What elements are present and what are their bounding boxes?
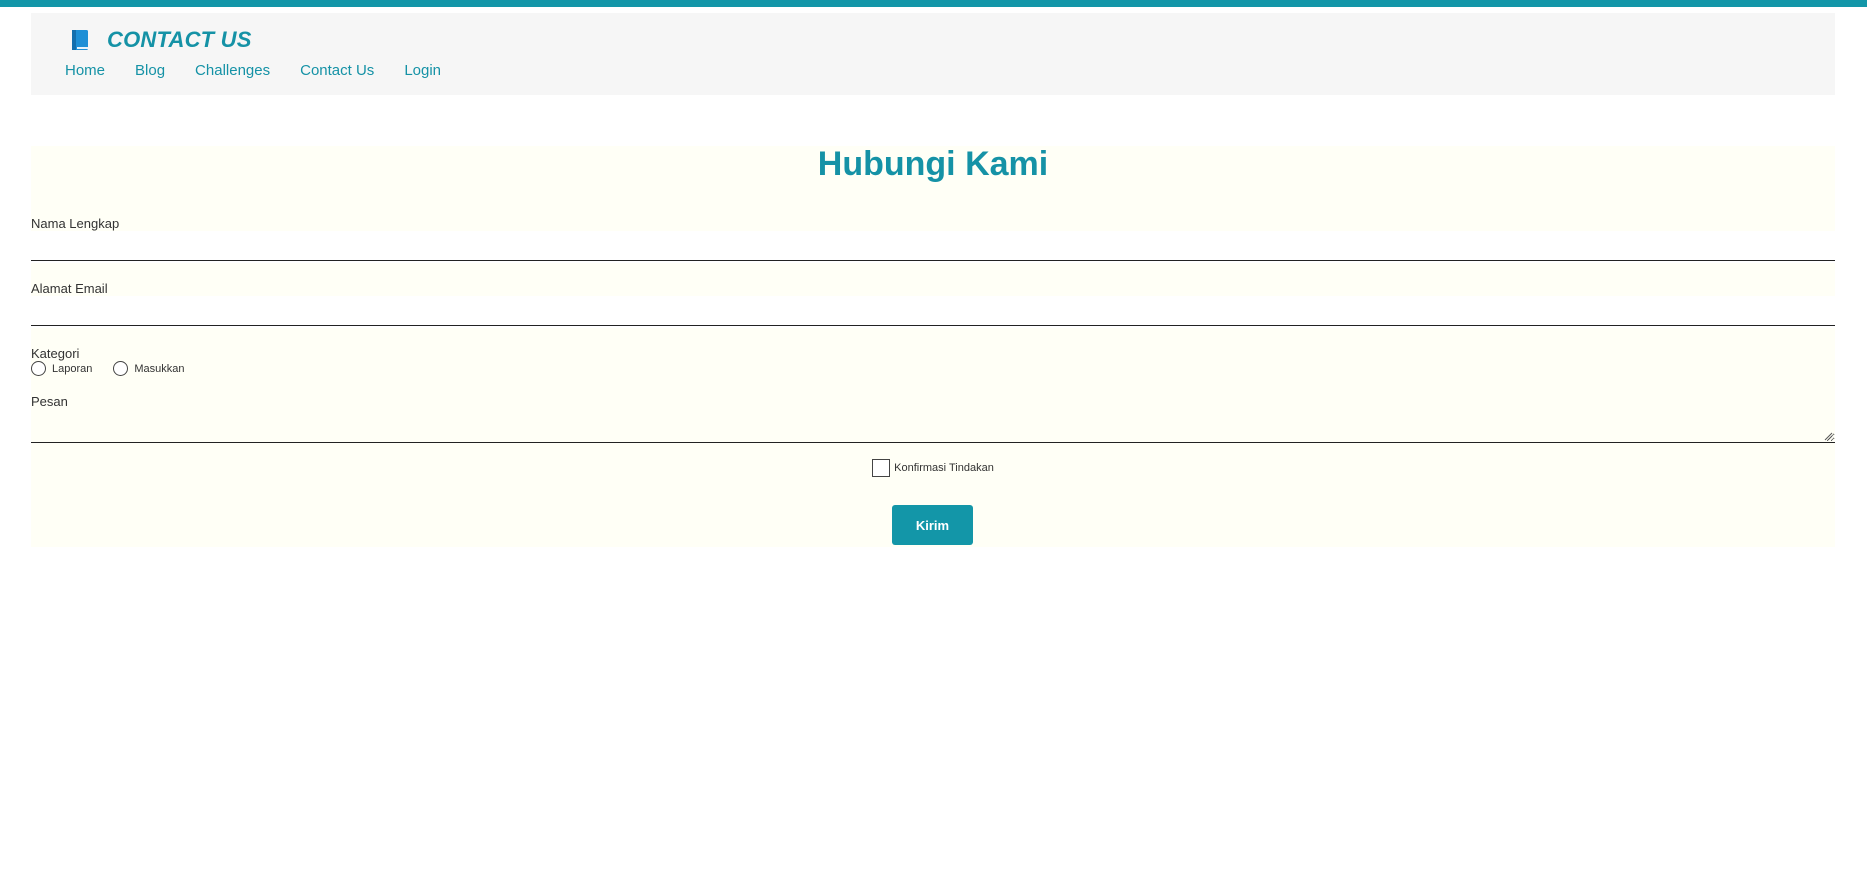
confirm-label: Konfirmasi Tindakan xyxy=(894,462,994,474)
resize-handle-icon[interactable] xyxy=(1823,431,1833,441)
brand-title: CONTACT US xyxy=(107,27,252,52)
site-header: CONTACT US Home Blog Challenges Contact … xyxy=(31,13,1835,95)
top-accent-bar xyxy=(0,0,1867,7)
confirm-checkbox[interactable] xyxy=(872,459,891,477)
radio-laporan-label: Laporan xyxy=(52,362,93,375)
name-input[interactable] xyxy=(31,237,1835,261)
radio-masukkan-label: Masukkan xyxy=(134,362,185,375)
contact-form: Hubungi Kami Nama Lengkap Alamat Email K… xyxy=(31,146,1835,547)
form-title-text: Hubungi Kami xyxy=(817,145,1049,183)
nav-contact-us[interactable]: Contact Us xyxy=(300,62,374,79)
name-label: Nama Lengkap xyxy=(31,216,120,231)
form-title: Hubungi Kami xyxy=(31,146,1835,182)
email-label: Alamat Email xyxy=(31,281,108,296)
radio-masukkan[interactable]: Masukkan xyxy=(113,361,185,376)
email-input[interactable] xyxy=(31,302,1835,326)
book-icon xyxy=(69,28,91,52)
category-options: Laporan Masukkan xyxy=(31,361,206,376)
radio-laporan-circle[interactable] xyxy=(31,361,46,376)
nav-blog[interactable]: Blog xyxy=(135,62,165,79)
category-label: Kategori xyxy=(31,346,80,361)
brand: CONTACT US xyxy=(69,26,252,54)
nav-login[interactable]: Login xyxy=(404,62,441,79)
message-label: Pesan xyxy=(31,394,68,409)
message-textarea[interactable] xyxy=(31,409,1835,443)
confirm-row: Konfirmasi Tindakan xyxy=(31,459,1835,477)
radio-masukkan-circle[interactable] xyxy=(113,361,129,376)
submit-button[interactable]: Kirim xyxy=(892,505,973,545)
nav-home[interactable]: Home xyxy=(65,62,105,79)
main-nav: Home Blog Challenges Contact Us Login xyxy=(65,62,471,79)
nav-challenges[interactable]: Challenges xyxy=(195,62,270,79)
radio-laporan[interactable]: Laporan xyxy=(31,361,92,376)
